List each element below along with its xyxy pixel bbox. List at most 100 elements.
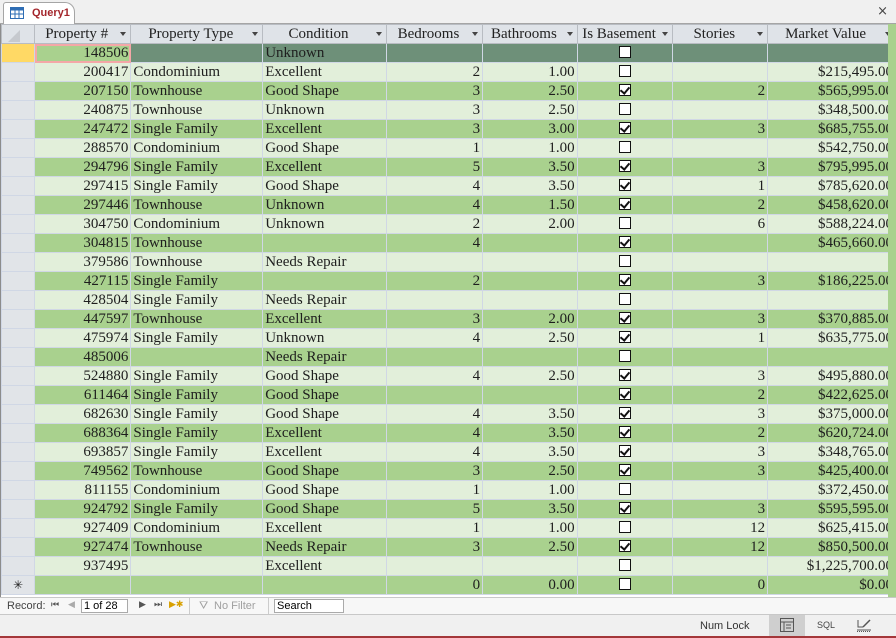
cell-property-num[interactable]: 927409 [33,518,132,538]
cell-bedrooms[interactable]: 2 [385,214,484,234]
table-row[interactable]: 475974 Single Family Unknown 4 2.50 1 $635,775… [1,328,896,348]
checkbox-checked[interactable] [619,273,632,286]
cell-bathrooms[interactable]: 1.50 [482,195,578,215]
cell-is-basement[interactable] [576,404,674,424]
checkbox-checked[interactable] [619,330,632,343]
cell-is-basement[interactable] [576,499,674,519]
search-input[interactable] [274,599,344,613]
cell-market-value[interactable] [767,43,896,63]
cell-property-num[interactable]: 297446 [33,195,132,215]
cell-bedrooms[interactable]: 4 [385,328,484,348]
chevron-down-icon[interactable] [375,32,382,36]
cell-market-value[interactable]: $458,620.00 [767,195,896,215]
cell-market-value[interactable] [767,290,896,310]
cell-property-num[interactable]: 924792 [33,499,132,519]
checkbox-checked[interactable] [619,387,632,400]
cell-property-type[interactable]: Townhouse [130,461,264,481]
table-row[interactable]: 297415 Single Family Good Shape 4 3.50 1 $785,… [1,176,896,196]
cell-market-value[interactable] [767,252,896,272]
table-row[interactable]: 693857 Single Family Excellent 4 3.50 3 $348,7… [1,442,896,462]
row-selector[interactable] [1,556,35,576]
cell-condition[interactable]: Good Shape [262,81,387,101]
cell-bathrooms[interactable]: 2.50 [482,328,578,348]
cell-stories[interactable] [672,138,769,158]
cell-bathrooms[interactable] [482,43,578,63]
cell-bathrooms[interactable]: 2.00 [482,214,578,234]
cell-stories[interactable]: 6 [672,214,769,234]
cell-condition[interactable]: Unknown [262,328,387,348]
cell-bedrooms[interactable]: 3 [385,100,484,120]
cell-property-num[interactable]: 240875 [33,100,132,120]
cell-condition[interactable]: Excellent [262,309,387,329]
cell-stories[interactable] [672,290,769,310]
cell-is-basement[interactable] [576,100,674,120]
cell-bathrooms[interactable] [482,271,578,291]
cell-market-value[interactable]: $1,225,700.00 [767,556,896,576]
select-all-corner[interactable] [1,24,35,44]
cell-property-num[interactable]: 811155 [33,480,132,500]
cell-is-basement[interactable] [576,328,674,348]
cell-property-type[interactable]: Single Family [130,328,264,348]
row-selector[interactable] [1,176,35,196]
checkbox-checked[interactable] [619,235,632,248]
cell-property-type[interactable] [130,347,264,367]
cell-property-type[interactable]: Single Family [130,404,264,424]
cell-is-basement[interactable] [576,556,674,576]
column-header-property-type[interactable]: Property Type [130,24,264,44]
cell-bathrooms[interactable]: 1.00 [482,480,578,500]
cell-stories[interactable]: 3 [672,499,769,519]
cell-property-type[interactable]: Single Family [130,442,264,462]
cell-bedrooms[interactable]: 4 [385,423,484,443]
new-record-row[interactable]: ✳ 0 0.00 0 $0.00 [1,575,896,595]
cell-bathrooms[interactable] [482,385,578,405]
checkbox-checked[interactable] [619,539,632,552]
cell-bathrooms[interactable]: 2.00 [482,309,578,329]
checkbox-unchecked[interactable] [619,558,632,571]
table-row[interactable]: 611464 Single Family Good Shape 2 $422,625.0… [1,385,896,405]
column-header-is-basement[interactable]: Is Basement [576,24,674,44]
row-selector[interactable] [1,100,35,120]
cell-property-type[interactable]: Single Family [130,423,264,443]
checkbox-unchecked[interactable] [619,102,632,115]
cell-stories[interactable]: 2 [672,195,769,215]
row-selector[interactable] [1,195,35,215]
cell-is-basement[interactable] [576,290,674,310]
cell-stories[interactable] [672,347,769,367]
cell-market-value[interactable]: $542,750.00 [767,138,896,158]
cell-stories[interactable]: 3 [672,366,769,386]
cell-market-value[interactable]: $565,995.00 [767,81,896,101]
cell-condition[interactable]: Good Shape [262,366,387,386]
chevron-down-icon[interactable] [472,32,479,36]
cell-bedrooms[interactable]: 2 [385,62,484,82]
cell-condition[interactable]: Excellent [262,556,387,576]
checkbox-checked[interactable] [619,368,632,381]
cell-is-basement[interactable] [576,195,674,215]
row-selector[interactable]: ✳ [1,575,35,595]
checkbox-checked[interactable] [619,425,632,438]
cell-bedrooms[interactable]: 4 [385,233,484,253]
cell-property-type[interactable]: Condominium [130,480,264,500]
cell-bedrooms[interactable]: 1 [385,138,484,158]
cell-property-type[interactable]: Townhouse [130,537,264,557]
cell-bathrooms[interactable]: 3.00 [482,119,578,139]
cell-market-value[interactable]: $186,225.00 [767,271,896,291]
cell-property-type[interactable]: Condominium [130,518,264,538]
table-row[interactable]: 247472 Single Family Excellent 3 3.00 3 $685,7… [1,119,896,139]
cell-is-basement[interactable] [576,442,674,462]
row-selector[interactable] [1,119,35,139]
cell-property-type[interactable]: Townhouse [130,100,264,120]
cell-condition[interactable]: Excellent [262,423,387,443]
row-selector[interactable] [1,43,35,63]
table-row[interactable]: 682630 Single Family Good Shape 4 3.50 3 $375,… [1,404,896,424]
cell-condition[interactable]: Excellent [262,157,387,177]
cell-bedrooms[interactable] [385,385,484,405]
cell-condition[interactable]: Good Shape [262,385,387,405]
cell-property-type[interactable] [130,43,264,63]
cell-is-basement[interactable] [576,81,674,101]
cell-condition[interactable] [262,233,387,253]
cell-bedrooms[interactable]: 4 [385,404,484,424]
cell-stories[interactable] [672,480,769,500]
cell-stories[interactable]: 1 [672,176,769,196]
cell-property-num[interactable]: 294796 [33,157,132,177]
table-row[interactable]: 937495 Excellent $1,225,700.00 [1,556,896,576]
